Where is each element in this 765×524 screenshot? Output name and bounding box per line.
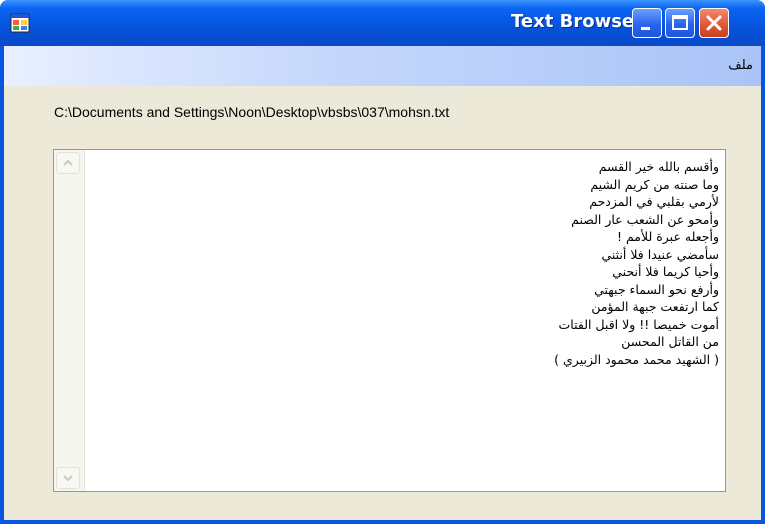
maximize-icon: [672, 15, 688, 30]
app-window: Text Browser ملف C:\Documents and Settin…: [0, 0, 765, 524]
file-path-label: C:\Documents and Settings\Noon\Desktop\v…: [54, 104, 450, 120]
menu-bar: ملف: [4, 46, 761, 86]
text-line: وأجعله عبرة للأمم !: [617, 229, 719, 244]
vertical-scrollbar[interactable]: [54, 150, 85, 491]
text-line: من القاتل المحسن: [621, 334, 719, 349]
scroll-down-button[interactable]: [56, 467, 80, 489]
close-icon: [706, 15, 722, 31]
text-display-box[interactable]: وأقسم بالله خير القسم وما صنته من كريم ا…: [53, 149, 726, 492]
text-line: كما ارتفعت جبهة المؤمن: [591, 299, 719, 314]
text-line: وأمحو عن الشعب عار الصنم: [571, 211, 719, 227]
text-line: وأرفع نحو السماء جبهتي: [594, 281, 719, 297]
window-title: Text Browser: [511, 11, 643, 32]
menu-item-file[interactable]: ملف: [728, 58, 753, 73]
text-line: ( الشهيد محمد محمود الزبيري ): [554, 351, 719, 367]
text-line: وأحيا كريما فلا أنحني: [612, 264, 719, 279]
text-content: وأقسم بالله خير القسم وما صنته من كريم ا…: [99, 158, 719, 368]
maximize-button[interactable]: [665, 8, 695, 38]
scroll-up-button[interactable]: [56, 152, 80, 174]
text-line: سأمضي عنيدا فلا أنثني: [601, 246, 719, 262]
chevron-up-icon: [63, 159, 73, 166]
text-line: وأقسم بالله خير القسم: [598, 159, 719, 174]
minimize-button[interactable]: [632, 8, 662, 38]
minimize-icon: [641, 27, 650, 30]
text-line: لأرمي بقلبي في المزدحم: [589, 194, 719, 209]
chevron-down-icon: [63, 475, 73, 482]
close-button[interactable]: [699, 8, 729, 38]
text-line: أموت خميصا !! ولا اقبل الفتات: [558, 316, 719, 332]
form-icon[interactable]: [10, 13, 30, 33]
text-line: وما صنته من كريم الشيم: [590, 176, 719, 192]
title-bar[interactable]: Text Browser: [0, 0, 765, 46]
window-client-area: ملف C:\Documents and Settings\Noon\Deskt…: [4, 46, 761, 520]
